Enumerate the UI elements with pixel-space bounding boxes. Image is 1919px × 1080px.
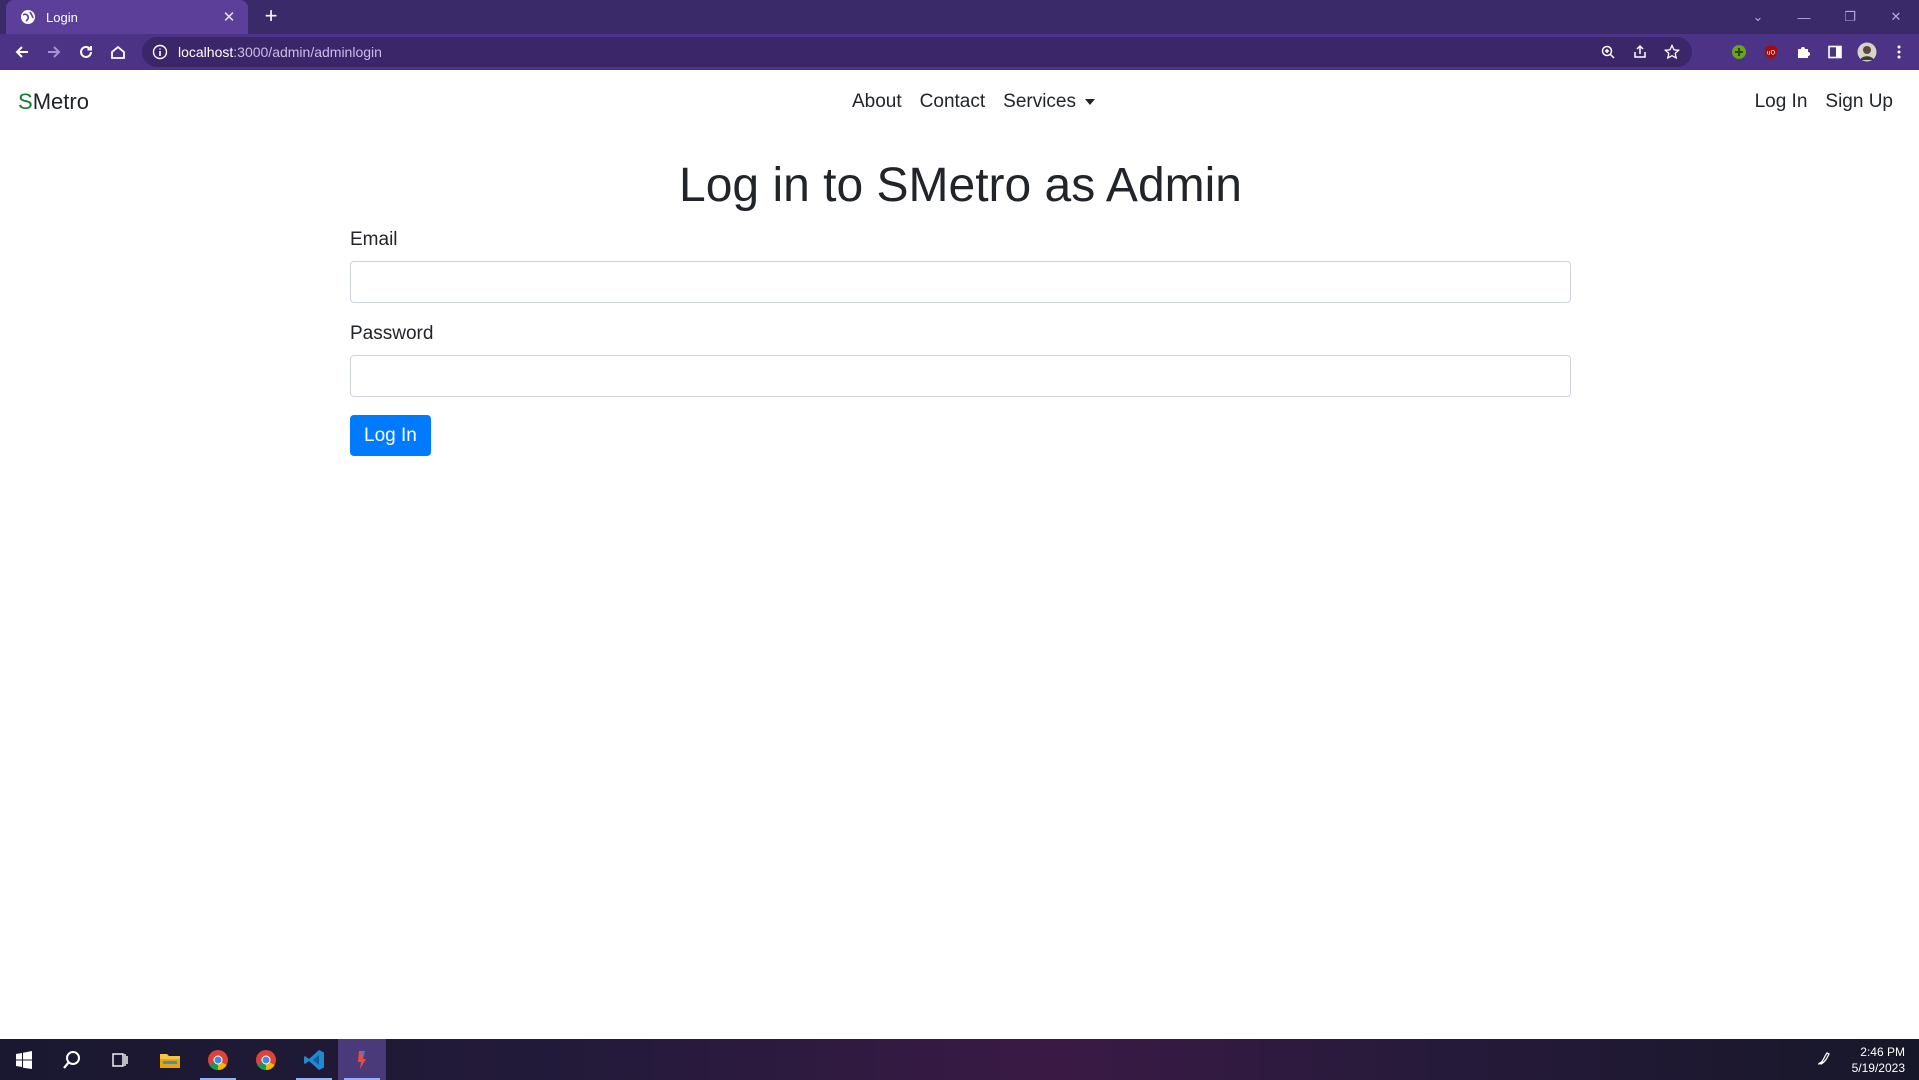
- login-submit-button[interactable]: Log In: [350, 415, 431, 456]
- bookmark-star-icon[interactable]: [1662, 42, 1682, 62]
- nav-services-dropdown[interactable]: Services: [1003, 91, 1095, 113]
- svg-text:uO: uO: [1767, 50, 1776, 57]
- browser-tab[interactable]: Login ✕: [6, 0, 248, 34]
- chrome-taskbar-button[interactable]: [194, 1039, 242, 1080]
- ublock-icon[interactable]: uO: [1759, 36, 1783, 68]
- start-button[interactable]: [0, 1039, 48, 1080]
- page-title: Log in to SMetro as Admin: [679, 159, 1242, 212]
- chrome-icon: [256, 1049, 276, 1070]
- brand-logo[interactable]: SMetro: [18, 89, 89, 115]
- nav-signup-link[interactable]: Sign Up: [1825, 91, 1893, 113]
- address-bar[interactable]: localhost:3000/admin/adminlogin: [142, 37, 1692, 67]
- search-icon: [63, 1050, 80, 1069]
- green-extension-icon[interactable]: [1727, 36, 1751, 68]
- kebab-menu-icon[interactable]: [1887, 36, 1911, 68]
- caret-down-icon: [1085, 98, 1095, 105]
- browser-tab-bar: Login ✕ + ⌄ — ❐ ✕: [0, 0, 1919, 34]
- nav-about-link[interactable]: About: [852, 91, 902, 113]
- forward-button[interactable]: [38, 36, 70, 68]
- site-navbar: SMetro About Contact Services Log In Sig…: [0, 70, 1919, 134]
- login-form-container: Log in to SMetro as Admin Email Password…: [350, 158, 1571, 456]
- auth-links: Log In Sign Up: [1755, 70, 1893, 134]
- side-panel-icon[interactable]: [1823, 36, 1847, 68]
- share-icon[interactable]: [1630, 42, 1650, 62]
- globe-icon: [21, 10, 35, 24]
- task-view-icon: [112, 1052, 128, 1067]
- nav-login-link[interactable]: Log In: [1755, 91, 1808, 113]
- email-label: Email: [350, 229, 398, 250]
- vscode-icon: [304, 1049, 324, 1070]
- extensions-area: uO: [1727, 36, 1911, 68]
- nav-contact-link[interactable]: Contact: [920, 91, 985, 113]
- tab-title: Login: [46, 9, 78, 25]
- clock-time: 2:46 PM: [1860, 1044, 1905, 1059]
- url-text: localhost:3000/admin/adminlogin: [178, 44, 382, 60]
- web-page: SMetro About Contact Services Log In Sig…: [0, 70, 1919, 1039]
- info-icon[interactable]: [152, 44, 168, 60]
- windows-taskbar: 2:46 PM 5/19/2023: [0, 1039, 1919, 1080]
- chrome-profile-button[interactable]: [242, 1039, 290, 1080]
- reload-button[interactable]: [70, 36, 102, 68]
- close-window-button[interactable]: ✕: [1873, 9, 1919, 25]
- minimize-button[interactable]: —: [1781, 10, 1827, 25]
- file-explorer-button[interactable]: [146, 1039, 194, 1080]
- app-taskbar-button[interactable]: [338, 1039, 386, 1080]
- reload-icon: [80, 45, 92, 58]
- folder-icon: [160, 1053, 180, 1068]
- browser-toolbar: localhost:3000/admin/adminlogin uO: [0, 34, 1919, 70]
- arrow-left-icon: [15, 46, 28, 58]
- task-view-button[interactable]: [96, 1039, 144, 1080]
- password-label: Password: [350, 323, 434, 344]
- nav-links: About Contact Services: [852, 70, 1095, 134]
- system-tray: 2:46 PM 5/19/2023: [1816, 1039, 1905, 1080]
- close-tab-icon[interactable]: ✕: [220, 8, 238, 26]
- password-field[interactable]: [350, 355, 1571, 397]
- home-icon: [111, 45, 125, 59]
- window-controls: ⌄ — ❐ ✕: [1735, 0, 1919, 34]
- new-tab-button[interactable]: +: [258, 4, 284, 30]
- zoom-icon[interactable]: [1598, 42, 1618, 62]
- clock-date: 5/19/2023: [1851, 1060, 1905, 1075]
- puzzle-extensions-icon[interactable]: [1791, 36, 1815, 68]
- arrow-right-icon: [48, 46, 61, 58]
- email-field[interactable]: [350, 261, 1571, 303]
- restore-button[interactable]: ❐: [1827, 9, 1873, 25]
- windows-logo-icon: [16, 1050, 32, 1069]
- tab-search-icon[interactable]: ⌄: [1735, 9, 1781, 25]
- pen-workspace-icon[interactable]: [1816, 1048, 1834, 1071]
- app-icon: [358, 1050, 366, 1069]
- back-button[interactable]: [6, 36, 38, 68]
- search-button[interactable]: [48, 1039, 96, 1080]
- profile-avatar[interactable]: [1855, 36, 1879, 68]
- home-button[interactable]: [102, 36, 134, 68]
- clock[interactable]: 2:46 PM 5/19/2023: [1852, 1044, 1905, 1076]
- vscode-taskbar-button[interactable]: [290, 1039, 338, 1080]
- chrome-icon: [208, 1049, 228, 1070]
